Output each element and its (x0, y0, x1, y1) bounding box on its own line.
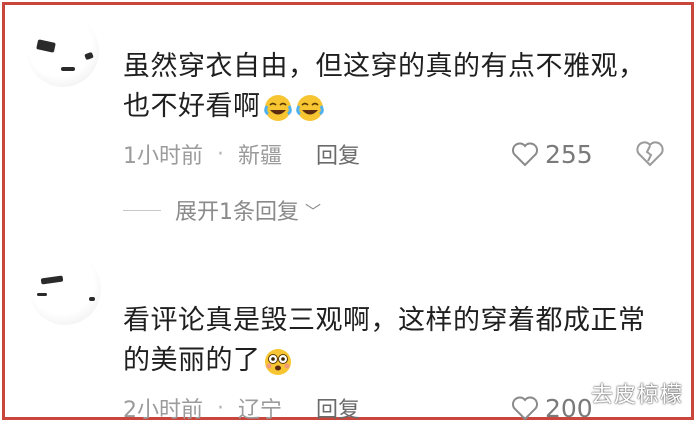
comment-location: 辽宁 (238, 398, 283, 423)
screenshot-frame: 虽然穿衣自由，但这穿的真的有点不雅观，也不好看啊 1小时前 · 新疆 回复 25… (2, 2, 694, 423)
flushed-emoji-icon (264, 348, 291, 375)
comment-meta: 2小时前 · 辽宁 回复 (123, 391, 360, 425)
expand-divider (123, 209, 161, 211)
commenter-avatar[interactable] (27, 15, 99, 87)
comment-time: 2小时前 (123, 398, 203, 423)
comment-body: 虽然穿衣自由，但这穿的真的有点不雅观，也不好看啊 (123, 51, 646, 122)
heart-icon (512, 142, 538, 167)
like-button[interactable]: 255 (511, 137, 593, 171)
meta-separator: · (217, 395, 224, 421)
heart-icon (512, 396, 538, 421)
meta-separator: · (217, 141, 224, 167)
watermark: 去皮椋檬 (590, 383, 683, 408)
comment-text: 看评论真是毁三观啊，这样的穿着都成正常的美丽的了 (123, 301, 663, 381)
comment-body: 看评论真是毁三观啊，这样的穿着都成正常的美丽的了 (123, 305, 646, 376)
rofl-emoji-icon (263, 94, 292, 121)
comment-time: 1小时前 (123, 144, 203, 169)
comment-text: 虽然穿衣自由，但这穿的真的有点不雅观，也不好看啊 (123, 47, 663, 127)
expand-label: 展开1条回复 (175, 200, 299, 225)
comment-meta: 1小时前 · 新疆 回复 (123, 137, 360, 171)
chevron-down-icon: ﹀ (305, 202, 322, 221)
reply-button[interactable]: 回复 (316, 392, 360, 424)
comment-location: 新疆 (238, 144, 283, 169)
like-count: 255 (545, 139, 593, 169)
expand-replies-button[interactable]: 展开1条回复 ﹀ (123, 195, 321, 225)
reply-button[interactable]: 回复 (316, 138, 360, 170)
commenter-avatar[interactable] (29, 253, 101, 325)
rofl-emoji-icon (295, 94, 324, 121)
like-count: 200 (545, 393, 593, 423)
broken-heart-icon[interactable] (635, 139, 665, 169)
like-button[interactable]: 200 (511, 391, 593, 425)
